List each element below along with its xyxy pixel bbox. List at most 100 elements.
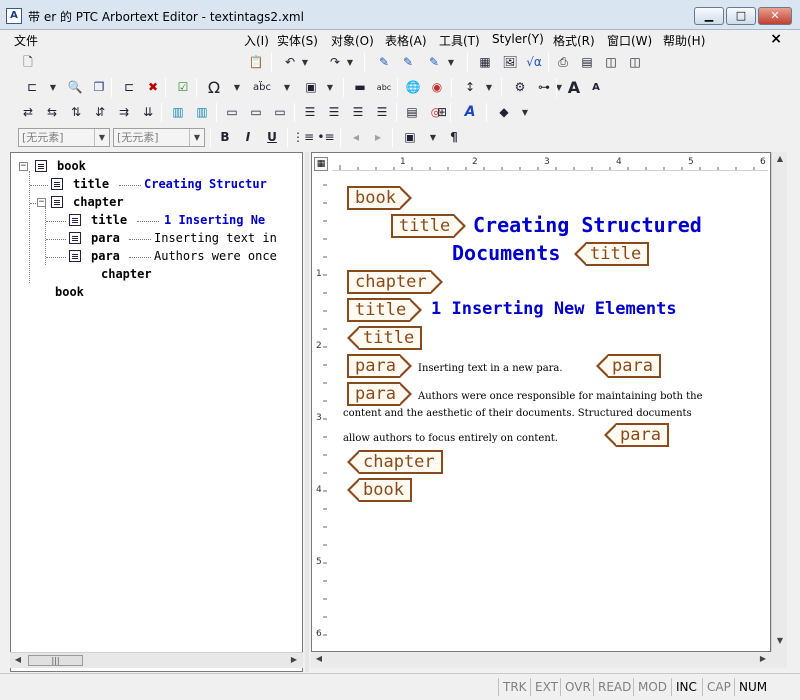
element-combo[interactable]: [无元素] ▼: [18, 128, 110, 147]
join-cells-icon[interactable]: ▥: [168, 103, 188, 122]
para-text[interactable]: Inserting text in a new para.: [418, 363, 563, 374]
font-style-icon[interactable]: A: [460, 103, 480, 122]
find-icon[interactable]: 🔍: [65, 78, 85, 97]
split-cells-icon[interactable]: ▥: [192, 103, 212, 122]
document-edit-pane[interactable]: ▦ 1 2 3 4 5 6 1 2 3 4 5 6 book title Cre…: [311, 152, 771, 652]
menu-insert[interactable]: 入(I): [244, 32, 269, 49]
markup-view-dropdown-icon[interactable]: ▼: [48, 78, 58, 97]
menu-table[interactable]: 表格(A): [385, 32, 427, 49]
undo-icon[interactable]: ↶: [280, 53, 300, 72]
outdent-icon[interactable]: ◂: [346, 128, 366, 147]
underline-button[interactable]: U: [262, 128, 282, 147]
align-left-icon[interactable]: ☰: [300, 103, 320, 122]
cell-bottom-icon[interactable]: ▭: [270, 103, 290, 122]
title-end-tag[interactable]: title: [573, 242, 650, 266]
para-text[interactable]: Authors were once responsible for mainta…: [418, 391, 703, 402]
para-start-tag[interactable]: para: [347, 354, 412, 378]
scroll-left-icon[interactable]: ◀: [12, 655, 24, 667]
indent-icon[interactable]: ▸: [368, 128, 388, 147]
web-link-icon[interactable]: 🌐: [403, 78, 423, 97]
menu-tools[interactable]: 工具(T): [439, 32, 480, 49]
paste-icon[interactable]: 📋: [246, 53, 266, 72]
tree-node-title[interactable]: title Creating Structur: [15, 176, 300, 194]
insert-object-dropdown-icon[interactable]: ▼: [428, 128, 438, 147]
scroll-thumb[interactable]: |||: [28, 655, 83, 666]
scroll-right-icon[interactable]: ▶: [757, 654, 769, 666]
document-horizontal-scrollbar[interactable]: ◀ ▶: [311, 652, 787, 668]
line-spacing-dropdown-icon[interactable]: ▼: [484, 78, 494, 97]
bulleted-list-icon[interactable]: •≡: [316, 128, 336, 147]
cell-properties-icon[interactable]: ▤: [402, 103, 422, 122]
line-spacing-icon[interactable]: ↕: [460, 78, 480, 97]
para-end-tag[interactable]: para: [604, 423, 669, 447]
chapter-end-tag[interactable]: chapter: [347, 450, 443, 474]
tree-node-para[interactable]: para Authors were once: [15, 248, 300, 266]
ruler-corner-icon[interactable]: ▦: [314, 157, 328, 171]
insert-xref-icon[interactable]: ▬: [350, 78, 370, 97]
markup-tools-icon[interactable]: ✎: [424, 53, 444, 72]
collapse-icon[interactable]: −: [19, 162, 28, 171]
menu-format[interactable]: 格式(R): [553, 32, 595, 49]
insert-object-icon[interactable]: ▣: [400, 128, 420, 147]
scroll-down-icon[interactable]: ▼: [774, 636, 786, 648]
new-document-icon[interactable]: 🗋: [18, 53, 38, 72]
spell-check-icon[interactable]: ab̈c: [252, 78, 272, 97]
show-tags-icon[interactable]: ¶: [444, 128, 464, 147]
font-bigger-icon[interactable]: A: [564, 78, 584, 97]
special-character-icon[interactable]: Ω: [204, 78, 224, 97]
document-title-line1[interactable]: Creating Structured: [473, 213, 702, 237]
para-text[interactable]: content and the aesthetic of their docum…: [343, 408, 692, 419]
cell-top-icon[interactable]: ▭: [222, 103, 242, 122]
change-markup-icon[interactable]: ✎: [398, 53, 418, 72]
fill-color-dropdown-icon[interactable]: ▼: [520, 103, 530, 122]
align-justify-icon[interactable]: ☰: [372, 103, 392, 122]
fill-color-icon[interactable]: ◆: [494, 103, 514, 122]
minimize-button[interactable]: ▁: [694, 7, 724, 25]
preview-icon[interactable]: ⎙: [553, 53, 573, 72]
para-end-tag[interactable]: para: [596, 354, 661, 378]
bold-button[interactable]: B: [215, 128, 235, 147]
scroll-left-icon[interactable]: ◀: [313, 654, 325, 666]
insert-link-icon[interactable]: abc: [374, 78, 394, 97]
menu-help[interactable]: 帮助(H): [663, 32, 705, 49]
spell-dropdown-icon[interactable]: ▼: [282, 78, 292, 97]
align-right-icon[interactable]: ☰: [348, 103, 368, 122]
pane-splitter[interactable]: [305, 152, 309, 672]
tree-node-book-end[interactable]: book: [15, 284, 300, 302]
style-combo[interactable]: [无元素] ▼: [113, 128, 205, 147]
insert-column-right-icon[interactable]: ⇵: [90, 103, 110, 122]
insert-element-icon[interactable]: ⊏: [119, 78, 139, 97]
move-column-icon[interactable]: ⇊: [138, 103, 158, 122]
menu-styler[interactable]: Styler(Y): [492, 32, 544, 46]
document-vertical-scrollbar[interactable]: ▲ ▼: [771, 152, 787, 652]
special-character-dropdown-icon[interactable]: ▼: [232, 78, 242, 97]
title-start-tag[interactable]: title: [391, 214, 467, 238]
title-end-tag[interactable]: title: [346, 326, 423, 350]
insert-row-above-icon[interactable]: ⇄: [18, 103, 38, 122]
scroll-right-icon[interactable]: ▶: [288, 655, 300, 667]
markup-icon[interactable]: ⊏: [22, 78, 42, 97]
tracking-dropdown-icon[interactable]: ▼: [325, 78, 335, 97]
insert-equation-icon[interactable]: √α: [524, 53, 544, 72]
italic-button[interactable]: I: [238, 128, 258, 147]
tree-node-chapter-end[interactable]: chapter: [15, 266, 300, 284]
scroll-up-icon[interactable]: ▲: [774, 154, 786, 166]
book-start-tag[interactable]: book: [347, 186, 412, 210]
menu-entity[interactable]: 实体(S): [277, 32, 318, 49]
chapter-title[interactable]: 1 Inserting New Elements: [431, 299, 677, 319]
conditional-icon[interactable]: ⊶: [534, 78, 554, 97]
menu-window[interactable]: 窗口(W): [607, 32, 652, 49]
document-title-line2[interactable]: Documents: [452, 241, 560, 265]
close-document-icon[interactable]: ×: [770, 31, 782, 47]
tree-node-title[interactable]: title 1 Inserting Ne: [15, 212, 300, 230]
font-smaller-icon[interactable]: A: [586, 78, 606, 97]
document-map-icon[interactable]: ◫: [601, 53, 621, 72]
redo-icon[interactable]: ↷: [325, 53, 345, 72]
stop-icon[interactable]: ◉: [427, 78, 447, 97]
close-window-button[interactable]: ✕: [758, 7, 792, 25]
markup-dropdown-icon[interactable]: ▼: [446, 53, 456, 72]
move-row-icon[interactable]: ⇉: [114, 103, 134, 122]
maximize-button[interactable]: □: [726, 7, 756, 25]
insert-graphic-icon[interactable]: 🖼: [500, 53, 520, 72]
table-grid-icon[interactable]: ⊞: [432, 103, 452, 122]
